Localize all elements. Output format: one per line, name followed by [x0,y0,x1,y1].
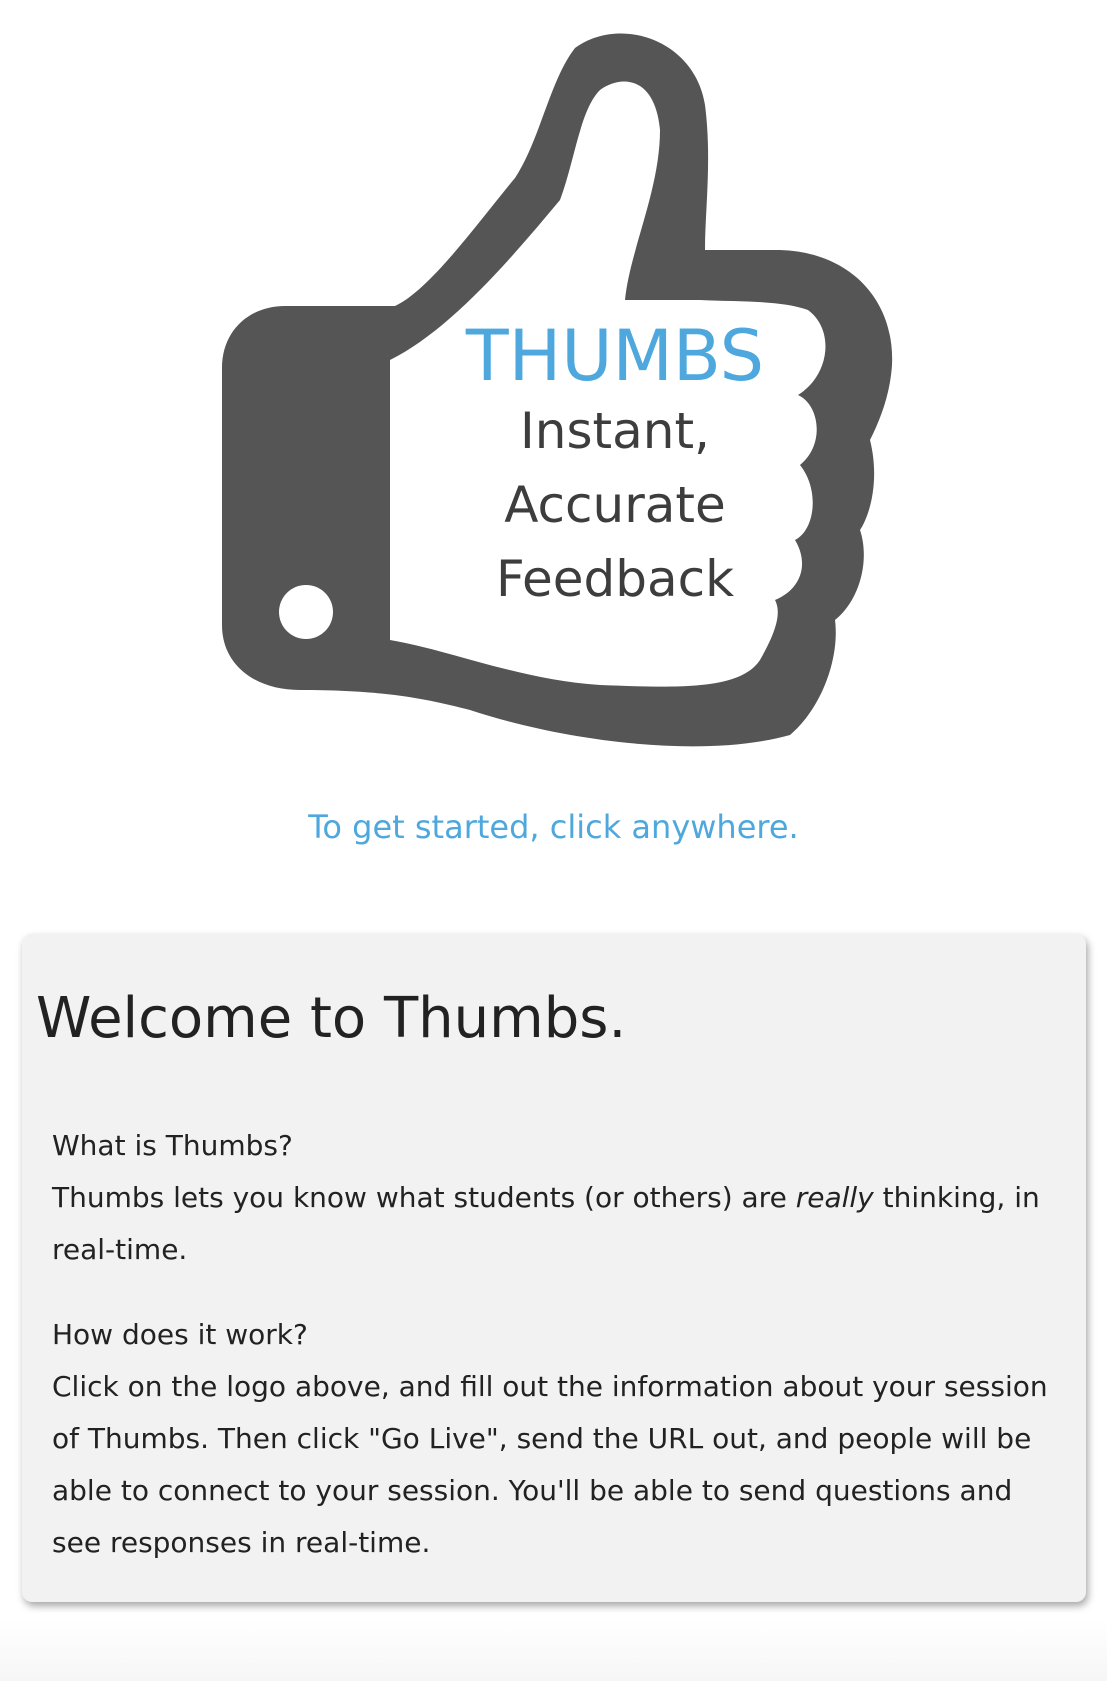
faq-answer-emphasis: really [795,1181,874,1214]
faq-answer: Thumbs lets you know what students (or o… [52,1172,1062,1276]
get-started-link[interactable]: To get started, click anywhere. [0,808,1107,846]
thumbs-logo[interactable]: THUMBS Instant, Accurate Feedback [0,0,1107,760]
faq-answer-text: Thumbs lets you know what students (or o… [52,1181,796,1214]
faq-answer: Click on the logo above, and fill out th… [52,1370,1048,1559]
faq-section-what: What is Thumbs? Thumbs lets you know wha… [52,1120,1062,1276]
welcome-title: Welcome to Thumbs. [36,986,627,1051]
logo-tagline-line-2: Accurate [504,476,726,534]
page-bottom-fade [0,1620,1107,1681]
faq-question: How does it work? [52,1318,308,1351]
logo-tagline-line-1: Instant, [520,402,710,460]
welcome-panel: Welcome to Thumbs. What is Thumbs? Thumb… [22,934,1086,1602]
logo-tagline-line-3: Feedback [495,550,735,608]
faq-section-how: How does it work? Click on the logo abov… [52,1309,1062,1569]
logo-text: THUMBS Instant, Accurate Feedback [440,318,790,616]
faq-question: What is Thumbs? [52,1129,293,1162]
logo-brand: THUMBS [465,315,765,397]
